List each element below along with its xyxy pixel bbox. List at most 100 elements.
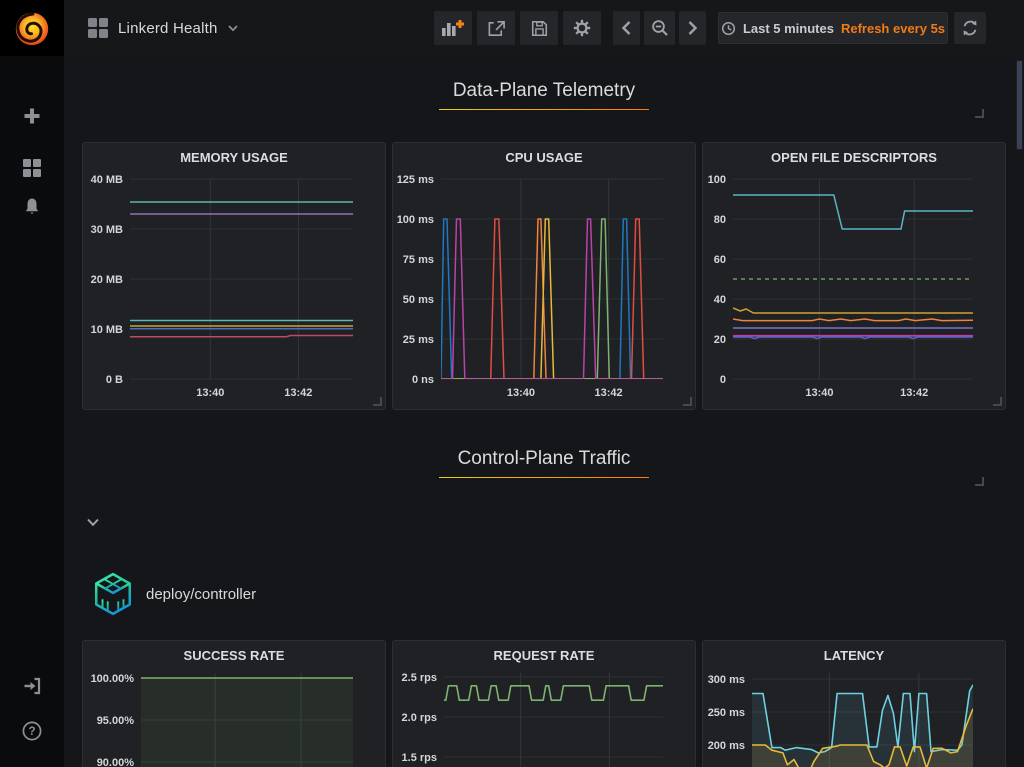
series-group — [752, 685, 973, 767]
section-title-data-plane: Data-Plane Telemetry — [82, 80, 1006, 110]
panel-row-data-plane: MEMORY USAGE40 MB30 MB20 MB10 MB0 B13:40… — [82, 142, 1006, 410]
section-title-control-plane: Control-Plane Traffic — [82, 448, 1006, 478]
save-button[interactable] — [520, 11, 558, 45]
panel-title[interactable]: LATENCY — [703, 641, 1005, 669]
row-collapse-chevron-icon[interactable] — [86, 518, 100, 527]
panel-title[interactable]: REQUEST RATE — [393, 641, 695, 669]
add-panel-button[interactable] — [434, 11, 472, 45]
svg-text:100 ms: 100 ms — [397, 214, 434, 226]
svg-text:0 ns: 0 ns — [412, 374, 434, 386]
svg-text:300 ms: 300 ms — [708, 674, 745, 686]
svg-text:100.00%: 100.00% — [91, 673, 135, 685]
svg-text:10 MB: 10 MB — [91, 324, 123, 336]
share-button[interactable] — [477, 11, 515, 45]
section-title-text[interactable]: Control-Plane Traffic — [458, 448, 631, 470]
svg-text:25 ms: 25 ms — [403, 334, 434, 346]
graph-request-rate[interactable]: 2.5 rps2.0 rps1.5 rps — [393, 669, 695, 767]
axis-labels: 125 ms100 ms75 ms50 ms25 ms0 ns13:4013:4… — [397, 174, 623, 399]
time-forward-button[interactable] — [679, 11, 706, 45]
time-back-button[interactable] — [613, 11, 640, 45]
panel-resize-handle[interactable] — [975, 109, 984, 118]
dashboard-title[interactable]: Linkerd Health — [118, 20, 218, 37]
svg-text:13:40: 13:40 — [507, 387, 535, 399]
panel-latency: LATENCY 300 ms 250 ms 200 ms — [702, 640, 1006, 767]
share-icon — [486, 19, 507, 38]
graph-success-rate[interactable]: 100.00%95.00%90.00% — [83, 669, 385, 767]
time-picker[interactable]: Last 5 minutes Refresh every 5s — [718, 12, 948, 44]
dashboard-grid-icon[interactable] — [88, 18, 108, 38]
svg-text:40: 40 — [714, 294, 726, 306]
svg-text:125 ms: 125 ms — [397, 174, 434, 186]
save-icon — [530, 19, 549, 38]
sidebar: ? — [0, 0, 64, 767]
toolbar — [434, 11, 601, 45]
svg-text:2.0 rps: 2.0 rps — [402, 712, 437, 724]
svg-text:250 ms: 250 ms — [708, 707, 745, 719]
svg-text:75 ms: 75 ms — [403, 254, 434, 266]
axis-labels: 2.5 rps2.0 rps1.5 rps — [402, 672, 437, 764]
alerting-bell-icon[interactable] — [0, 197, 64, 217]
linkerd-logo — [92, 572, 134, 616]
plus-icon[interactable] — [0, 106, 64, 126]
section-title-underline — [439, 477, 649, 478]
time-nav-group — [613, 11, 706, 45]
axis-labels: 100.00%95.00%90.00% — [91, 673, 135, 767]
chevron-left-icon — [622, 21, 631, 35]
settings-button[interactable] — [563, 11, 601, 45]
section-title-text[interactable]: Data-Plane Telemetry — [453, 80, 635, 102]
graph-memory-usage[interactable]: 40 MB30 MB20 MB10 MB0 B13:4013:42 — [83, 171, 385, 409]
axis-labels: 40 MB30 MB20 MB10 MB0 B13:4013:42 — [91, 174, 313, 399]
svg-text:2.5 rps: 2.5 rps — [402, 672, 437, 684]
panel-title[interactable]: SUCCESS RATE — [83, 641, 385, 669]
zoom-out-button[interactable] — [644, 11, 675, 45]
graph-latency[interactable]: 300 ms 250 ms 200 ms — [703, 669, 1005, 767]
svg-text:20: 20 — [714, 334, 726, 346]
svg-text:0 B: 0 B — [106, 374, 123, 386]
svg-text:13:40: 13:40 — [196, 387, 224, 399]
grid-lines — [130, 179, 353, 379]
dashboards-grid-icon[interactable] — [0, 158, 64, 178]
chevron-right-icon — [688, 21, 697, 35]
svg-text:20 MB: 20 MB — [91, 274, 123, 286]
svg-text:50 ms: 50 ms — [403, 294, 434, 306]
refresh-button[interactable] — [954, 12, 986, 44]
graph-cpu-usage[interactable]: 125 ms100 ms75 ms50 ms25 ms0 ns13:4013:4… — [393, 171, 695, 409]
help-icon[interactable]: ? — [0, 720, 64, 742]
panel-cpu-usage: CPU USAGE 125 ms 100 ms 75 ms 50 ms 25 ms 0 ns… — [392, 142, 696, 410]
grafana-logo[interactable] — [0, 0, 64, 56]
panel-title[interactable]: CPU USAGE — [393, 143, 695, 171]
axis-labels: 10080604020013:4013:42 — [708, 174, 929, 399]
add-panel-icon — [441, 19, 465, 37]
series-line-crimson — [130, 336, 353, 337]
breadcrumb: Linkerd Health — [88, 0, 238, 56]
svg-text:200 ms: 200 ms — [708, 740, 745, 752]
zoom-out-icon — [651, 19, 669, 37]
graph-open-file-descriptors[interactable]: 10080604020013:4013:42 — [703, 171, 1005, 409]
series-line-gold — [733, 308, 973, 313]
panel-title[interactable]: OPEN FILE DESCRIPTORS — [703, 143, 1005, 171]
chevron-down-icon[interactable] — [228, 25, 238, 32]
dashboard-canvas: Data-Plane Telemetry MEMORY USAGE40 MB30… — [64, 56, 1024, 767]
panel-resize-handle[interactable] — [993, 397, 1002, 406]
scrollbar-thumb[interactable] — [1016, 60, 1023, 150]
deployment-label: deploy/controller — [146, 586, 256, 603]
svg-text:?: ? — [28, 726, 35, 738]
svg-text:30 MB: 30 MB — [91, 224, 123, 236]
series-line-request-rate — [444, 686, 663, 700]
series-fill-success — [141, 678, 353, 767]
time-range-label: Last 5 minutes — [743, 21, 834, 36]
navbar: Linkerd Health — [64, 0, 1024, 56]
axis-labels: 300 ms 250 ms 200 ms — [708, 674, 745, 752]
refresh-interval-label: Refresh every 5s — [841, 21, 945, 36]
scrollbar[interactable] — [1015, 0, 1024, 767]
panel-memory-usage: MEMORY USAGE40 MB30 MB20 MB10 MB0 B13:40… — [82, 142, 386, 410]
panel-resize-handle[interactable] — [373, 397, 382, 406]
series-group — [733, 195, 973, 339]
svg-text:100: 100 — [708, 174, 726, 186]
panel-resize-handle[interactable] — [975, 477, 984, 486]
panel-resize-handle[interactable] — [683, 397, 692, 406]
sign-in-icon[interactable] — [0, 676, 64, 696]
section-title-underline — [439, 109, 649, 110]
panel-title[interactable]: MEMORY USAGE — [83, 143, 385, 171]
refresh-icon — [961, 19, 979, 37]
